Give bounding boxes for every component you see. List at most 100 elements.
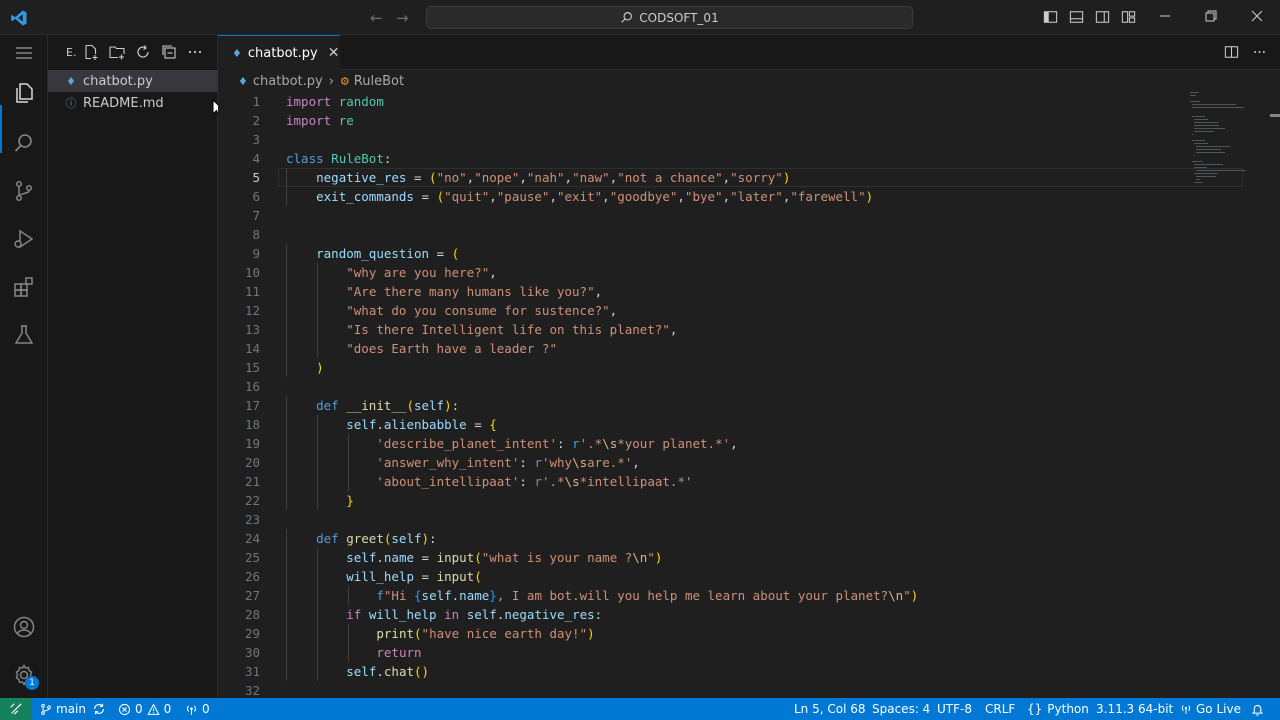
minimap-line bbox=[1192, 116, 1206, 117]
code-line[interactable]: 5 negative_res = ("no","nope","nah","naw… bbox=[218, 168, 1280, 187]
code-line[interactable]: 2 import re bbox=[218, 111, 1280, 130]
line-number: 27 bbox=[244, 588, 260, 603]
code-line[interactable]: 20 'answer_why_intent': r'why\sare.*', bbox=[218, 453, 1280, 472]
explorer-icon[interactable] bbox=[12, 81, 36, 105]
close-tab-icon[interactable]: ✕ bbox=[328, 45, 340, 61]
code-line[interactable]: 14 "does Earth have a leader ?" bbox=[218, 339, 1280, 358]
language-mode[interactable]: {} Python bbox=[1027, 698, 1089, 720]
python-interpreter[interactable]: 3.11.3 64-bit bbox=[1096, 698, 1173, 720]
code-line[interactable]: 23 bbox=[218, 510, 1280, 529]
back-arrow-icon[interactable]: ← bbox=[370, 9, 383, 27]
restore-icon[interactable] bbox=[1203, 8, 1219, 24]
code-line[interactable]: 10 "why are you here?", bbox=[218, 263, 1280, 282]
code-line[interactable]: 19 'describe_planet_intent': r'.*\s*your… bbox=[218, 434, 1280, 453]
new-folder-icon[interactable] bbox=[109, 44, 125, 60]
code-line[interactable]: 11 "Are there many humans like you?", bbox=[218, 282, 1280, 301]
line-number: 22 bbox=[244, 493, 260, 508]
editor-more-actions-icon[interactable] bbox=[1252, 45, 1267, 59]
code-line[interactable]: 25 self.name = input("what is your name … bbox=[218, 548, 1280, 567]
tab-chatbot[interactable]: ♦ chatbot.py ✕ bbox=[218, 35, 340, 70]
explorer-title: E. bbox=[66, 46, 77, 59]
code-line[interactable]: 4 class RuleBot: bbox=[218, 149, 1280, 168]
line-text: random_question = ( bbox=[316, 246, 460, 261]
toggle-secondary-sidebar-icon[interactable] bbox=[1095, 10, 1110, 24]
code-editor[interactable]: 1 import random 2 import re 3 4 class RuleBot:… bbox=[218, 92, 1280, 698]
split-editor-icon[interactable] bbox=[1224, 45, 1239, 59]
code-line[interactable]: 15 ) bbox=[218, 358, 1280, 377]
source-control-icon[interactable] bbox=[12, 179, 36, 203]
line-number: 14 bbox=[244, 341, 260, 356]
vertical-scrollbar[interactable] bbox=[1270, 92, 1280, 698]
code-line[interactable]: 13 "Is there Intelligent life on this pl… bbox=[218, 320, 1280, 339]
code-line[interactable]: 1 import random bbox=[218, 92, 1280, 111]
code-line[interactable]: 17 def __init__(self): bbox=[218, 396, 1280, 415]
code-line[interactable]: 16 bbox=[218, 377, 1280, 396]
breadcrumb-file[interactable]: chatbot.py bbox=[253, 74, 323, 89]
command-center-search[interactable]: CODSOFT_01 bbox=[426, 6, 913, 29]
code-line[interactable]: 21 'about_intellipaat': r'.*\s*intellipa… bbox=[218, 472, 1280, 491]
new-file-icon[interactable] bbox=[83, 44, 99, 60]
forward-arrow-icon[interactable]: → bbox=[396, 9, 409, 27]
eol-status[interactable]: CRLF bbox=[985, 698, 1015, 720]
line-number: 31 bbox=[244, 664, 260, 679]
indent-guide bbox=[286, 491, 287, 510]
bell-icon bbox=[1251, 704, 1264, 716]
cursor-position[interactable]: Ln 5, Col 68 bbox=[794, 698, 866, 720]
code-line[interactable]: 26 will_help = input( bbox=[218, 567, 1280, 586]
run-debug-icon[interactable] bbox=[12, 227, 36, 251]
problems-status[interactable]: 0 0 bbox=[118, 698, 171, 720]
minimize-icon[interactable] bbox=[1157, 8, 1173, 24]
code-line[interactable]: 27 f"Hi {self.name}, I am bot.will you h… bbox=[218, 586, 1280, 605]
code-line[interactable]: 30 return bbox=[218, 643, 1280, 662]
sync-icon bbox=[94, 703, 104, 715]
line-text: "Are there many humans like you?", bbox=[346, 284, 603, 299]
encoding-status[interactable]: UTF-8 bbox=[937, 698, 972, 720]
testing-flask-icon[interactable] bbox=[12, 323, 36, 347]
code-line[interactable]: 3 bbox=[218, 130, 1280, 149]
toggle-panel-icon[interactable] bbox=[1069, 10, 1084, 24]
branch-status[interactable]: main bbox=[40, 698, 110, 720]
line-number: 13 bbox=[244, 322, 260, 337]
line-text: 'answer_why_intent': r'why\sare.*', bbox=[376, 455, 640, 470]
menu-icon[interactable] bbox=[12, 41, 36, 65]
indent-guide bbox=[286, 320, 287, 339]
go-live-button[interactable]: Go Live bbox=[1180, 698, 1241, 720]
code-line[interactable]: 7 bbox=[218, 206, 1280, 225]
line-text: self.chat() bbox=[346, 664, 430, 679]
file-item-chatbot[interactable]: ♦ chatbot.py bbox=[48, 70, 218, 92]
minimap[interactable] bbox=[1190, 92, 1270, 212]
minimap-line bbox=[1196, 176, 1217, 177]
line-number: 9 bbox=[252, 246, 260, 261]
customize-layout-icon[interactable] bbox=[1121, 10, 1136, 24]
indent-guide bbox=[347, 643, 349, 662]
toggle-primary-sidebar-icon[interactable] bbox=[1043, 10, 1058, 24]
code-line[interactable]: 32 bbox=[218, 681, 1280, 698]
code-line[interactable]: 8 bbox=[218, 225, 1280, 244]
code-line[interactable]: 6 exit_commands = ("quit","pause","exit"… bbox=[218, 187, 1280, 206]
code-line[interactable]: 31 self.chat() bbox=[218, 662, 1280, 681]
extensions-icon[interactable] bbox=[12, 275, 36, 299]
accounts-icon[interactable] bbox=[12, 615, 36, 639]
more-actions-icon[interactable] bbox=[187, 44, 203, 60]
code-line[interactable]: 18 self.alienbabble = { bbox=[218, 415, 1280, 434]
line-number: 30 bbox=[244, 645, 260, 660]
code-line[interactable]: 29 print("have nice earth day!") bbox=[218, 624, 1280, 643]
code-line[interactable]: 12 "what do you consume for sustence?", bbox=[218, 301, 1280, 320]
remote-indicator[interactable] bbox=[0, 698, 32, 720]
code-line[interactable]: 22 } bbox=[218, 491, 1280, 510]
indentation-status[interactable]: Spaces: 4 bbox=[872, 698, 930, 720]
collapse-all-icon[interactable] bbox=[161, 44, 177, 60]
code-line[interactable]: 28 if will_help in self.negative_res: bbox=[218, 605, 1280, 624]
file-item-readme[interactable]: ⓘ README.md bbox=[48, 92, 218, 114]
search-view-icon[interactable] bbox=[12, 131, 36, 155]
ports-status[interactable]: 0 bbox=[185, 698, 210, 720]
code-line[interactable]: 9 random_question = ( bbox=[218, 244, 1280, 263]
line-number: 21 bbox=[244, 474, 260, 489]
editor-tabs: ♦ chatbot.py ✕ bbox=[218, 35, 1280, 70]
refresh-icon[interactable] bbox=[135, 44, 151, 60]
close-window-icon[interactable] bbox=[1249, 8, 1265, 24]
code-line[interactable]: 24 def greet(self): bbox=[218, 529, 1280, 548]
breadcrumb-symbol[interactable]: RuleBot bbox=[354, 74, 404, 89]
git-branch-icon bbox=[41, 703, 51, 715]
notifications-button[interactable] bbox=[1251, 698, 1268, 720]
